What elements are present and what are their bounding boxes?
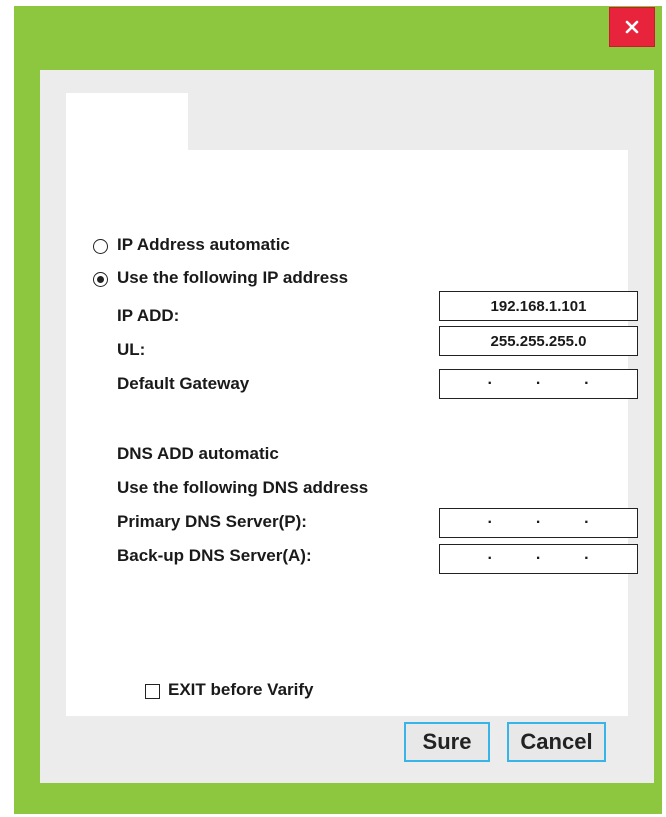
primary-dns-label: Primary DNS Server(P): <box>117 512 307 531</box>
ip-manual-radio[interactable] <box>93 272 108 287</box>
close-button[interactable] <box>609 7 655 47</box>
exit-before-verify-label[interactable]: EXIT before Varify <box>168 680 314 700</box>
backup-dns-label: Back-up DNS Server(A): <box>117 546 312 565</box>
exit-before-verify-checkbox[interactable] <box>145 684 160 699</box>
default-gateway-label: Default Gateway <box>117 374 250 393</box>
ul-input[interactable]: 255.255.255.0 <box>439 326 638 356</box>
ip-separator-dot: · <box>584 514 590 531</box>
ip-separator-dot: · <box>535 375 542 392</box>
primary-dns-input[interactable]: · · · <box>439 508 638 538</box>
ip-separator-dot: · <box>535 514 542 531</box>
backup-dns-input[interactable]: · · · <box>439 544 638 574</box>
settings-panel: IP Address automatic Use the following I… <box>66 150 638 716</box>
ip-manual-label[interactable]: Use the following IP address <box>117 268 348 288</box>
ip-add-input[interactable]: 192.168.1.101 <box>439 291 638 321</box>
ip-separator-dot: · <box>487 550 493 567</box>
ul-label: UL: <box>117 340 146 359</box>
network-settings-window: IP Address automatic Use the following I… <box>14 6 662 814</box>
ip-separator-dot: · <box>487 375 493 392</box>
dns-auto-label[interactable]: DNS ADD automatic <box>117 444 279 464</box>
close-icon <box>625 20 639 34</box>
cancel-button[interactable]: Cancel <box>507 722 606 762</box>
dns-manual-label[interactable]: Use the following DNS address <box>117 478 368 498</box>
tab-active[interactable] <box>66 93 188 151</box>
ip-add-label: IP ADD: <box>117 306 180 325</box>
ip-separator-dot: · <box>584 375 590 392</box>
dialog-client-area: IP Address automatic Use the following I… <box>40 70 654 783</box>
sure-button[interactable]: Sure <box>404 722 490 762</box>
ip-separator-dot: · <box>535 550 542 567</box>
ip-auto-radio[interactable] <box>93 239 108 254</box>
ip-auto-label[interactable]: IP Address automatic <box>117 235 290 255</box>
default-gateway-input[interactable]: · · · <box>439 369 638 399</box>
ip-separator-dot: · <box>487 514 493 531</box>
ip-separator-dot: · <box>584 550 590 567</box>
